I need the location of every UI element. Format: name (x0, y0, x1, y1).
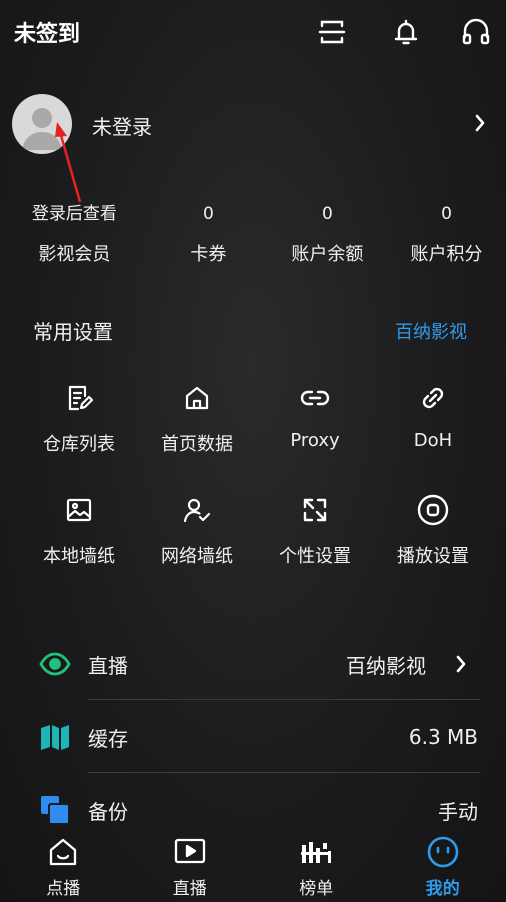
nav-tab-label: 我的 (425, 879, 460, 899)
section-title: 常用设置 (33, 320, 113, 344)
settings-item-label: 仓库列表 (43, 434, 115, 455)
user-check-icon (179, 492, 215, 528)
play-icon (172, 834, 208, 870)
settings-item-local-wallpaper[interactable]: 本地墙纸 (20, 492, 138, 568)
map-icon (38, 720, 72, 754)
stat-label: 影视会员 (38, 244, 111, 265)
face-icon (425, 834, 461, 870)
settings-item-proxy[interactable]: Proxy (256, 380, 374, 456)
settings-item-label: 本地墙纸 (43, 546, 115, 567)
settings-grid: 仓库列表 首页数据 Proxy DoH 本地墙纸 网络墙纸 个性设置 播放设置 (20, 380, 492, 568)
bell-icon[interactable] (388, 14, 424, 50)
stat-balance[interactable]: 0 账户余额 (268, 200, 387, 266)
stat-value: 0 (202, 204, 214, 224)
home-smile-icon (45, 834, 81, 870)
nav-tab-label: 榜单 (299, 879, 334, 899)
stat-label: 账户积分 (410, 244, 483, 265)
stat-label: 账户余额 (291, 244, 364, 265)
stat-vip[interactable]: 登录后查看 影视会员 (0, 200, 149, 266)
settings-item-repo-list[interactable]: 仓库列表 (20, 380, 138, 456)
chevron-right-icon (444, 647, 478, 681)
nav-tab-charts[interactable]: 榜单 (253, 826, 380, 902)
chart-icon (298, 834, 334, 870)
list-item-label: 直播 (88, 653, 128, 678)
page-title: 未签到 (14, 22, 81, 47)
login-text[interactable]: 未登录 (92, 111, 152, 140)
stat-label: 卡券 (190, 244, 227, 265)
list-item-cache[interactable]: 缓存 6.3 MB (38, 701, 478, 773)
settings-item-home-data[interactable]: 首页数据 (138, 380, 256, 456)
section-link[interactable]: 百纳影视 (395, 318, 467, 344)
list-item-label: 缓存 (88, 726, 128, 751)
scan-icon[interactable] (314, 14, 350, 50)
copy-icon (38, 793, 72, 827)
settings-item-doh[interactable]: DoH (374, 380, 492, 456)
nav-tab-label: 直播 (172, 879, 207, 899)
link-icon (297, 380, 333, 416)
nav-tab-vod[interactable]: 点播 (0, 826, 127, 902)
chevron-right-icon[interactable] (474, 113, 486, 133)
settings-item-label: Proxy (290, 430, 340, 451)
divider (88, 772, 480, 773)
account-stats: 登录后查看 影视会员 0 卡券 0 账户余额 0 账户积分 (0, 200, 506, 266)
list-item-value: 手动 (438, 799, 478, 824)
nav-tab-live[interactable]: 直播 (127, 826, 254, 902)
home-icon (179, 380, 215, 416)
settings-item-label: 网络墙纸 (161, 546, 233, 567)
headphones-icon[interactable] (458, 14, 494, 50)
nav-tab-mine[interactable]: 我的 (380, 826, 506, 902)
stat-value: 0 (322, 204, 333, 224)
settings-item-label: 个性设置 (279, 546, 351, 567)
stat-coupons[interactable]: 0 卡券 (149, 200, 268, 266)
edit-doc-icon (61, 380, 97, 416)
list-item-label: 备份 (88, 799, 128, 824)
list-item-value: 百纳影视 (346, 653, 426, 678)
nav-tab-label: 点播 (46, 879, 81, 899)
chain-icon (415, 380, 451, 416)
settings-item-personalize[interactable]: 个性设置 (256, 492, 374, 568)
settings-item-network-wallpaper[interactable]: 网络墙纸 (138, 492, 256, 568)
list-item-live[interactable]: 直播 百纳影视 (38, 628, 478, 700)
stat-points[interactable]: 0 账户积分 (387, 200, 506, 266)
eye-icon (38, 647, 72, 681)
image-icon (61, 492, 97, 528)
settings-item-label: 首页数据 (161, 434, 233, 455)
stat-value: 登录后查看 (31, 204, 117, 224)
divider (88, 699, 480, 700)
settings-item-playback[interactable]: 播放设置 (374, 492, 492, 568)
stat-value: 0 (441, 204, 452, 224)
settings-item-label: DoH (413, 430, 453, 451)
red-arrow-annotation (52, 120, 92, 210)
settings-item-label: 播放设置 (397, 546, 469, 567)
bottom-nav: 点播 直播 榜单 我的 (0, 826, 506, 902)
list-item-value: 6.3 MB (408, 725, 478, 749)
stop-circle-icon (415, 492, 451, 528)
expand-icon (297, 492, 333, 528)
